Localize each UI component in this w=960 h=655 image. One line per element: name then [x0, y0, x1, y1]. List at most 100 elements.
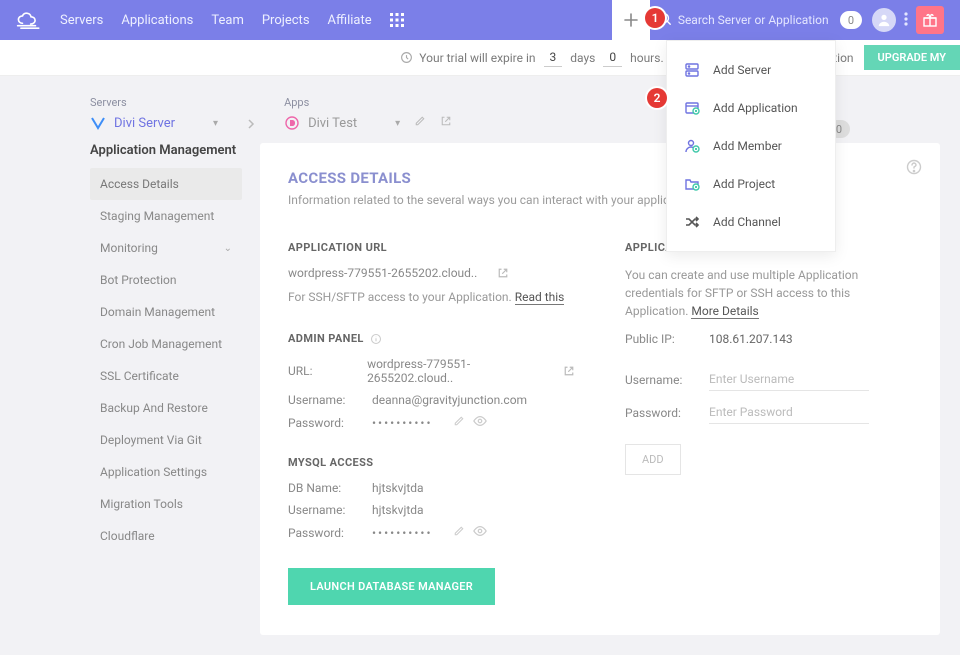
- sidebar-item-ssl[interactable]: SSL Certificate: [90, 360, 242, 392]
- search-count-pill: 0: [840, 11, 862, 29]
- sidebar-item-label: Monitoring: [100, 241, 158, 255]
- section-admin-label: ADMIN PANEL: [288, 332, 364, 345]
- server-selector[interactable]: Divi Server ▾: [90, 115, 218, 131]
- admin-user-v: deanna@gravityjunction.com: [372, 393, 527, 407]
- sidebar-item-bot-protection[interactable]: Bot Protection: [90, 264, 242, 296]
- menu-label: Add Project: [713, 177, 775, 191]
- menu-label: Add Member: [713, 139, 782, 153]
- more-details-link[interactable]: More Details: [691, 304, 758, 319]
- cred-username-label: Username:: [625, 373, 695, 387]
- divi-app-icon: [284, 115, 300, 131]
- access-details-panel: ACCESS DETAILS Information related to th…: [260, 143, 940, 635]
- mysql-db-k: DB Name:: [288, 481, 358, 495]
- trial-prefix: Your trial will expire in: [419, 51, 535, 65]
- admin-url-k: URL:: [288, 364, 353, 378]
- menu-add-project[interactable]: Add Project: [667, 165, 835, 203]
- trial-days-value: 3: [544, 48, 563, 67]
- sidebar-item-app-settings[interactable]: Application Settings: [90, 456, 242, 488]
- nav-affiliate[interactable]: Affiliate: [328, 13, 372, 28]
- trial-hours-value: 0: [603, 48, 622, 67]
- shuffle-icon: [683, 213, 701, 231]
- cred-username-input[interactable]: [709, 368, 869, 391]
- gift-button[interactable]: [916, 6, 944, 34]
- add-dropdown-menu: Add Server Add Application Add Member Ad…: [666, 40, 836, 252]
- top-navbar: Servers Applications Team Projects Affil…: [0, 0, 960, 40]
- cred-password-input[interactable]: [709, 401, 869, 424]
- menu-add-application[interactable]: Add Application: [667, 89, 835, 127]
- nav-applications[interactable]: Applications: [121, 13, 193, 28]
- mysql-user-k: Username:: [288, 503, 358, 517]
- section-admin-title: ADMIN PANEL: [288, 332, 575, 345]
- app-name: Divi Test: [308, 116, 357, 131]
- sidebar-item-domain[interactable]: Domain Management: [90, 296, 242, 328]
- mysql-user-v: hjtskvjtda: [372, 503, 424, 517]
- more-menu-icon[interactable]: [904, 12, 908, 29]
- nav-team[interactable]: Team: [211, 13, 244, 28]
- help-icon[interactable]: [906, 159, 922, 178]
- show-password-icon[interactable]: [473, 415, 487, 430]
- chevron-right-icon: [246, 118, 256, 128]
- chevron-down-icon: ▾: [213, 118, 218, 129]
- sidebar-item-cron[interactable]: Cron Job Management: [90, 328, 242, 360]
- mysql-db-v: hjtskvjtda: [372, 481, 424, 495]
- open-app-icon[interactable]: [440, 115, 452, 131]
- admin-pass-k: Password:: [288, 416, 358, 430]
- sidebar-item-staging[interactable]: Staging Management: [90, 200, 242, 232]
- public-ip-k: Public IP:: [625, 332, 695, 346]
- edit-password-icon[interactable]: [453, 525, 465, 540]
- folder-plus-icon: [683, 175, 701, 193]
- sidebar-item-backup[interactable]: Backup And Restore: [90, 392, 242, 424]
- app-sidebar: Application Management Access Details St…: [90, 143, 242, 635]
- search-input[interactable]: [678, 13, 828, 27]
- chevron-down-icon: ⌄: [224, 243, 232, 254]
- server-stack-icon: [683, 61, 701, 79]
- app-url-note: For SSH/SFTP access to your Application.: [288, 290, 515, 304]
- sidebar-item-git[interactable]: Deployment Via Git: [90, 424, 242, 456]
- add-credential-button[interactable]: ADD: [625, 444, 681, 475]
- user-avatar[interactable]: [872, 8, 896, 32]
- callout-badge-1: 1: [645, 8, 665, 28]
- section-app-url-title: APPLICATION URL: [288, 241, 575, 254]
- external-link-icon[interactable]: [563, 365, 575, 377]
- mysql-pass-v: ••••••••••: [372, 526, 433, 540]
- sidebar-item-access-details[interactable]: Access Details: [90, 168, 242, 200]
- external-link-icon[interactable]: [497, 267, 509, 279]
- show-password-icon[interactable]: [473, 525, 487, 540]
- edit-app-icon[interactable]: [414, 115, 426, 131]
- trial-days-label: days: [570, 51, 595, 65]
- menu-label: Add Channel: [713, 215, 781, 229]
- menu-add-server[interactable]: Add Server: [667, 51, 835, 89]
- sidebar-item-migration[interactable]: Migration Tools: [90, 488, 242, 520]
- crumb-servers-label: Servers: [90, 96, 218, 109]
- read-this-link[interactable]: Read this: [515, 290, 565, 305]
- upgrade-button[interactable]: UPGRADE MY: [864, 45, 960, 70]
- callout-badge-2: 2: [647, 88, 667, 108]
- apps-grid-icon[interactable]: [390, 13, 404, 27]
- mysql-pass-k: Password:: [288, 526, 358, 540]
- sidebar-title: Application Management: [90, 143, 242, 158]
- admin-pass-v: ••••••••••: [372, 416, 433, 430]
- app-url-value: wordpress-779551-2655202.cloud..: [288, 266, 477, 280]
- search-box[interactable]: 0: [658, 11, 862, 29]
- public-ip-v: 108.61.207.143: [709, 332, 793, 346]
- sidebar-item-cloudflare[interactable]: Cloudflare: [90, 520, 242, 552]
- chevron-down-icon: ▾: [395, 118, 400, 129]
- nav-projects[interactable]: Projects: [262, 13, 310, 28]
- section-mysql-title: MYSQL ACCESS: [288, 456, 575, 469]
- launch-db-manager-button[interactable]: LAUNCH DATABASE MANAGER: [288, 568, 495, 605]
- edit-password-icon[interactable]: [453, 415, 465, 430]
- nav-servers[interactable]: Servers: [60, 13, 103, 28]
- app-selector[interactable]: Divi Test ▾: [284, 115, 452, 131]
- add-button[interactable]: [612, 0, 650, 40]
- info-icon[interactable]: [370, 333, 382, 345]
- cred-password-label: Password:: [625, 406, 695, 420]
- sidebar-item-monitoring[interactable]: Monitoring ⌄: [90, 232, 242, 264]
- admin-user-k: Username:: [288, 393, 358, 407]
- user-plus-icon: [683, 137, 701, 155]
- menu-label: Add Server: [713, 63, 771, 77]
- menu-add-channel[interactable]: Add Channel: [667, 203, 835, 241]
- clock-icon: [400, 51, 413, 64]
- menu-add-member[interactable]: Add Member: [667, 127, 835, 165]
- menu-label: Add Application: [713, 101, 798, 115]
- crumb-apps-label: Apps: [284, 96, 452, 109]
